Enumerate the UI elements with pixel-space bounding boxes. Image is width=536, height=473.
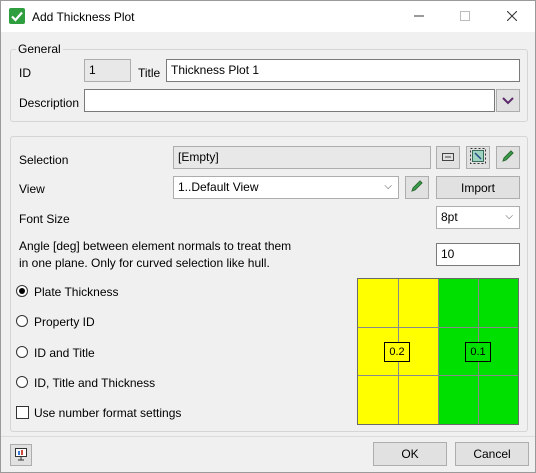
close-button[interactable] — [489, 1, 535, 32]
dialog-window: Add Thickness Plot General ID 1 Title Th… — [0, 0, 536, 473]
view-label: View — [19, 182, 45, 196]
angle-label-line1: Angle [deg] between element normals to t… — [19, 239, 292, 253]
cancel-button[interactable]: Cancel — [455, 442, 529, 466]
thickness-preview: 0.2 0.1 — [357, 278, 519, 425]
view-select[interactable]: 1..Default View ⌵ — [173, 176, 399, 199]
grid-line — [438, 279, 439, 424]
description-input[interactable] — [84, 89, 495, 112]
grid-line — [358, 327, 518, 328]
chevron-down-icon: ⌵ — [384, 181, 392, 192]
close-icon — [506, 10, 518, 24]
pick-elements-button[interactable] — [466, 146, 490, 169]
id-and-title-label: ID and Title — [34, 346, 95, 360]
presentation-icon — [14, 447, 28, 464]
select-elements-button[interactable] — [436, 146, 460, 169]
general-legend: General — [16, 42, 63, 56]
font-size-select[interactable]: 8pt ⌵ — [436, 206, 520, 229]
angle-input[interactable]: 10 — [436, 243, 520, 266]
maximize-button[interactable] — [442, 1, 488, 32]
id-title-thickness-radio[interactable] — [16, 376, 28, 388]
number-format-label: Use number format settings — [34, 406, 182, 420]
pick-elements-icon — [470, 148, 486, 167]
plate-thickness-radio[interactable] — [16, 285, 28, 297]
title-input[interactable]: Thickness Plot 1 — [166, 59, 520, 82]
number-format-checkbox[interactable] — [16, 406, 29, 419]
font-size-label: Font Size — [19, 212, 70, 226]
description-dropdown-button[interactable] — [496, 89, 520, 112]
id-field: 1 — [84, 59, 131, 82]
check-icon — [9, 8, 25, 24]
angle-label-line2: in one plane. Only for curved selection … — [19, 256, 270, 270]
id-title-thickness-label: ID, Title and Thickness — [34, 376, 156, 390]
presentation-button[interactable] — [10, 444, 32, 466]
edit-view-button[interactable] — [405, 176, 429, 199]
minimize-icon — [414, 10, 424, 24]
ok-button[interactable]: OK — [373, 442, 447, 466]
edit-selection-button[interactable] — [496, 146, 520, 169]
grid-line — [358, 375, 518, 376]
title-label: Title — [138, 66, 161, 80]
maximize-icon — [460, 10, 470, 24]
selection-label: Selection — [19, 153, 69, 167]
title-bar: Add Thickness Plot — [1, 1, 535, 32]
minimize-button[interactable] — [396, 1, 442, 32]
font-size-value: 8pt — [441, 210, 458, 224]
footer-separator — [1, 436, 535, 437]
property-id-radio[interactable] — [16, 315, 28, 327]
import-button[interactable]: Import — [436, 176, 520, 199]
id-label: ID — [19, 66, 31, 80]
pencil-icon — [410, 179, 424, 196]
list-select-icon — [442, 151, 454, 165]
property-id-label: Property ID — [34, 315, 95, 329]
window-title: Add Thickness Plot — [32, 10, 135, 24]
id-and-title-radio[interactable] — [16, 346, 28, 358]
chevron-down-icon: ⌵ — [505, 211, 513, 222]
view-select-value: 1..Default View — [178, 180, 259, 194]
chevron-down-icon — [502, 94, 514, 108]
preview-left-value: 0.2 — [384, 342, 410, 362]
plate-thickness-label: Plate Thickness — [34, 285, 119, 299]
preview-right-value: 0.1 — [465, 342, 491, 362]
description-label: Description — [19, 96, 80, 110]
selection-field: [Empty] — [173, 146, 431, 169]
pencil-icon — [501, 149, 515, 166]
